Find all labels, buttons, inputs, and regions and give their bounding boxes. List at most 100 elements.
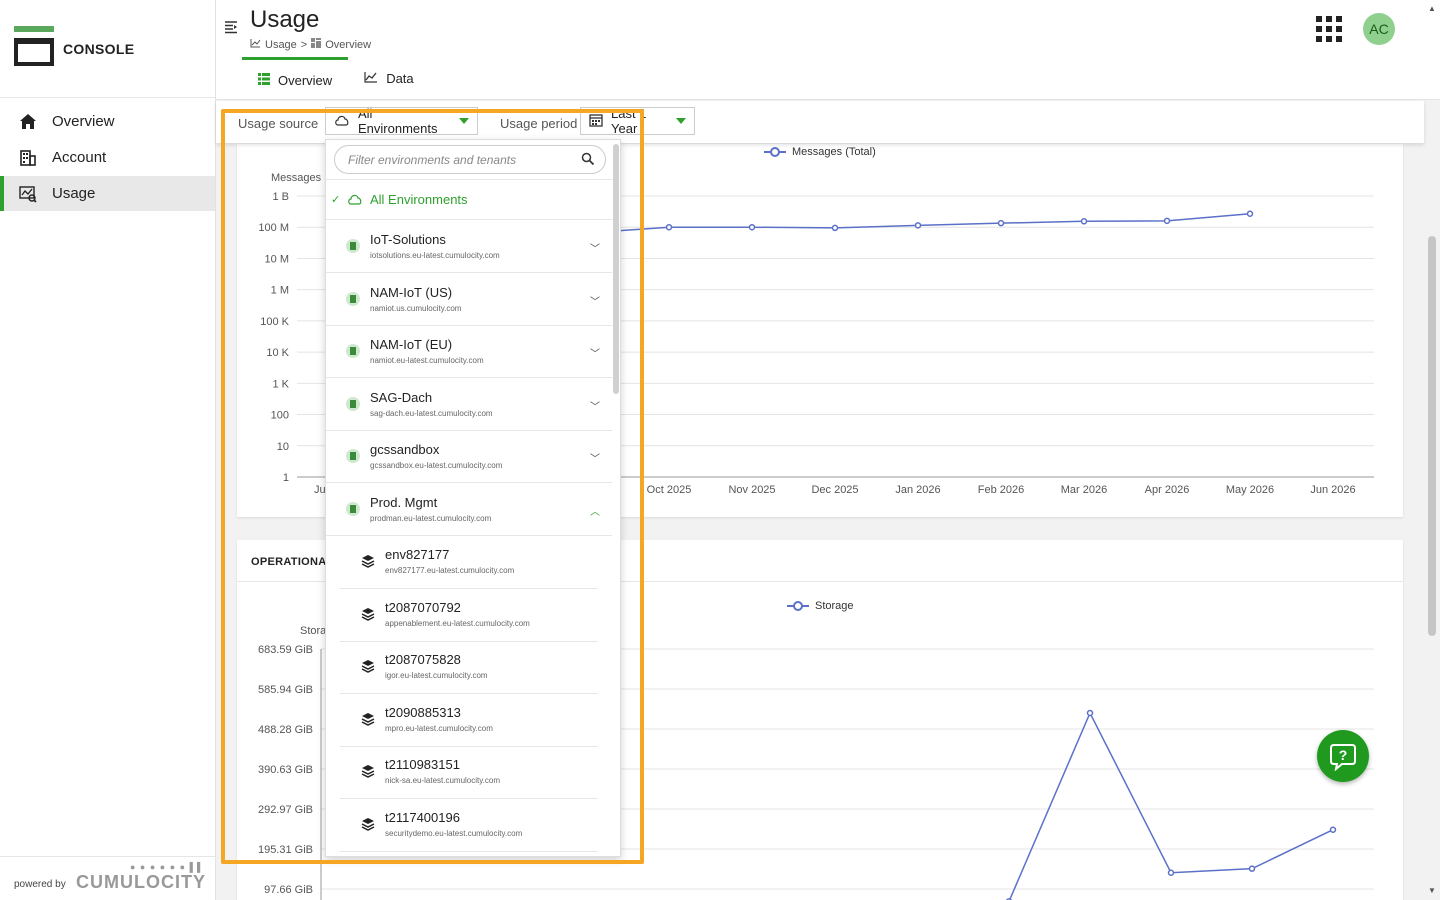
layers-icon — [361, 659, 375, 678]
all-environments-option[interactable]: ✓ All Environments — [326, 180, 612, 220]
filter-bar: Usage source All Environments Usage peri… — [216, 101, 1424, 143]
x-tick-label: Nov 2025 — [728, 484, 775, 496]
breadcrumb-overview[interactable]: Overview — [325, 39, 371, 51]
data-point — [748, 223, 756, 231]
environment-host: sag-dach.eu-latest.cumulocity.com — [370, 408, 493, 418]
help-button[interactable]: ? — [1317, 730, 1369, 782]
environment-icon — [346, 239, 360, 253]
app-switcher-icon[interactable] — [1316, 16, 1342, 42]
search-placeholder: Filter environments and tenants — [348, 152, 517, 167]
tenant-host: appenablement.eu-latest.cumulocity.com — [385, 618, 530, 628]
y-tick-label: 10 — [277, 441, 289, 453]
scroll-up-icon[interactable]: ▲ — [1428, 4, 1436, 13]
environment-icon — [346, 344, 360, 358]
x-tick-label: Dec 2025 — [811, 484, 858, 496]
tenant-host: env827177.eu-latest.cumulocity.com — [385, 566, 515, 575]
environment-name: NAM-IoT (US) — [370, 284, 453, 300]
sidebar-item-overview[interactable]: Overview — [0, 104, 215, 139]
chevron-down-icon[interactable]: ﹀ — [590, 450, 600, 465]
building-icon — [18, 148, 38, 168]
tenant-option[interactable]: t2087075828 igor.eu-latest.cumulocity.com — [340, 641, 598, 694]
brand-logo: CUMULOCITY — [76, 872, 206, 892]
y-tick-label: 292.97 GiB — [258, 804, 313, 816]
tenant-name: t2117400196 — [385, 809, 460, 825]
environment-host: namiot.eu-latest.cumulocity.com — [370, 356, 484, 365]
chevron-down-icon[interactable]: ﹀ — [590, 345, 600, 360]
y-axis-label: Stora — [300, 625, 327, 637]
tenant-host: securitydemo.eu-latest.cumulocity.com — [385, 828, 523, 838]
environment-host: iotsolutions.eu-latest.cumulocity.com — [370, 251, 500, 260]
tab-overview[interactable]: Overview — [242, 57, 349, 100]
tenant-host: nick-sa.eu-latest.cumulocity.com — [385, 776, 500, 785]
chevron-down-icon — [676, 118, 686, 124]
tenant-option[interactable]: t2087070792 appenablement.eu-latest.cumul… — [340, 589, 598, 642]
chevron-down-icon — [459, 118, 469, 124]
usage-source-select[interactable]: All Environments — [325, 106, 478, 136]
layers-icon — [361, 764, 375, 783]
x-tick-label: Feb 2026 — [978, 484, 1024, 496]
chevron-down-icon[interactable]: ﹀ — [590, 240, 600, 255]
powered-by-label: powered by — [14, 879, 66, 890]
data-point — [665, 223, 673, 231]
help-icon: ? — [1330, 744, 1356, 771]
breadcrumb-usage[interactable]: Usage — [265, 39, 297, 51]
check-icon: ✓ — [331, 194, 341, 206]
usage-period-select[interactable]: Last 1 Year — [580, 106, 695, 136]
environment-option[interactable]: NAM-IoT (EU) namiot.eu-latest.cumulocity.… — [326, 325, 612, 378]
page-scrollbar[interactable] — [1428, 236, 1436, 636]
y-tick-label: 1 — [283, 472, 289, 484]
breadcrumb-separator: > — [300, 38, 308, 51]
page-title: Usage — [250, 6, 320, 33]
environment-option[interactable]: IoT-Solutions iotsolutions.eu-latest.cumu… — [326, 220, 612, 273]
data-point — [1167, 869, 1175, 876]
scroll-down-icon[interactable]: ▼ — [1428, 886, 1436, 895]
environment-option[interactable]: NAM-IoT (US) namiot.us.cumulocity.com ﹀ — [326, 273, 612, 326]
chevron-up-icon[interactable]: ︿ — [590, 503, 600, 518]
chevron-down-icon[interactable]: ﹀ — [590, 398, 600, 413]
layers-icon — [361, 554, 375, 573]
y-axis-label: Messages — [271, 172, 322, 184]
environment-option[interactable]: SAG-Dach sag-dach.eu-latest.cumulocity.co… — [326, 378, 612, 431]
usage-period-label: Usage period — [500, 116, 578, 131]
usage-source-label: Usage source — [238, 116, 319, 131]
tenant-name: env827177 — [385, 547, 450, 562]
data-point — [1163, 217, 1171, 225]
sidebar-item-label: Usage — [52, 185, 96, 202]
environment-icon — [346, 291, 360, 306]
chevron-down-icon[interactable]: ﹀ — [590, 293, 600, 308]
usage-period-value: Last 1 Year — [611, 106, 647, 136]
menu-toggle-icon[interactable] — [224, 20, 238, 37]
tenant-option[interactable]: t2117400196 securitydemo.eu-latest.cumulo… — [340, 799, 598, 852]
brand-dots-icon: ● ● ● ● ● ● ▌▌ — [130, 862, 205, 872]
environment-option[interactable]: Prod. Mgmt prodman.eu-latest.cumulocity.c… — [326, 483, 612, 536]
sidebar-item-usage[interactable]: Usage — [0, 176, 215, 211]
environment-host: prodman.eu-latest.cumulocity.com — [370, 513, 492, 523]
y-tick-label: 390.63 GiB — [258, 764, 313, 776]
environment-search-input[interactable]: Filter environments and tenants — [334, 145, 606, 174]
usage-icon — [18, 184, 38, 204]
x-tick-label: May 2026 — [1226, 484, 1274, 496]
search-icon[interactable] — [581, 152, 595, 169]
page-header: Usage Usage > Overview Overview Data AC — [216, 0, 1440, 100]
sidebar-item-label: Overview — [52, 113, 115, 130]
x-tick-label: Mar 2026 — [1061, 484, 1107, 496]
user-avatar[interactable]: AC — [1363, 13, 1395, 45]
tenant-option[interactable]: t2110983151 nick-sa.eu-latest.cumulocity.… — [340, 746, 598, 799]
environment-option[interactable]: gcssandbox gcssandbox.eu-latest.cumulocit… — [326, 430, 612, 483]
x-tick-label: Apr 2026 — [1145, 484, 1190, 496]
data-point — [997, 219, 1005, 227]
tenant-host: mpro.eu-latest.cumulocity.com — [385, 723, 493, 733]
dropdown-scrollbar[interactable] — [613, 144, 619, 394]
environment-host: namiot.us.cumulocity.com — [370, 303, 462, 313]
tenant-option[interactable]: env827177 env827177.eu-latest.cumulocity.… — [340, 536, 598, 589]
sidebar-item-account[interactable]: Account — [0, 140, 215, 175]
y-tick-label: 195.31 GiB — [258, 844, 313, 856]
environment-name: gcssandbox — [370, 442, 440, 457]
tab-label: Data — [386, 71, 414, 86]
tab-data[interactable]: Data — [348, 57, 429, 100]
y-tick-label: 1 B — [272, 191, 289, 203]
tenant-name: t2090885313 — [385, 704, 461, 720]
tenant-option[interactable]: t2090885313 mpro.eu-latest.cumulocity.com — [340, 694, 598, 747]
tenant-host: igor.eu-latest.cumulocity.com — [385, 671, 488, 680]
environment-name: Prod. Mgmt — [370, 494, 438, 510]
